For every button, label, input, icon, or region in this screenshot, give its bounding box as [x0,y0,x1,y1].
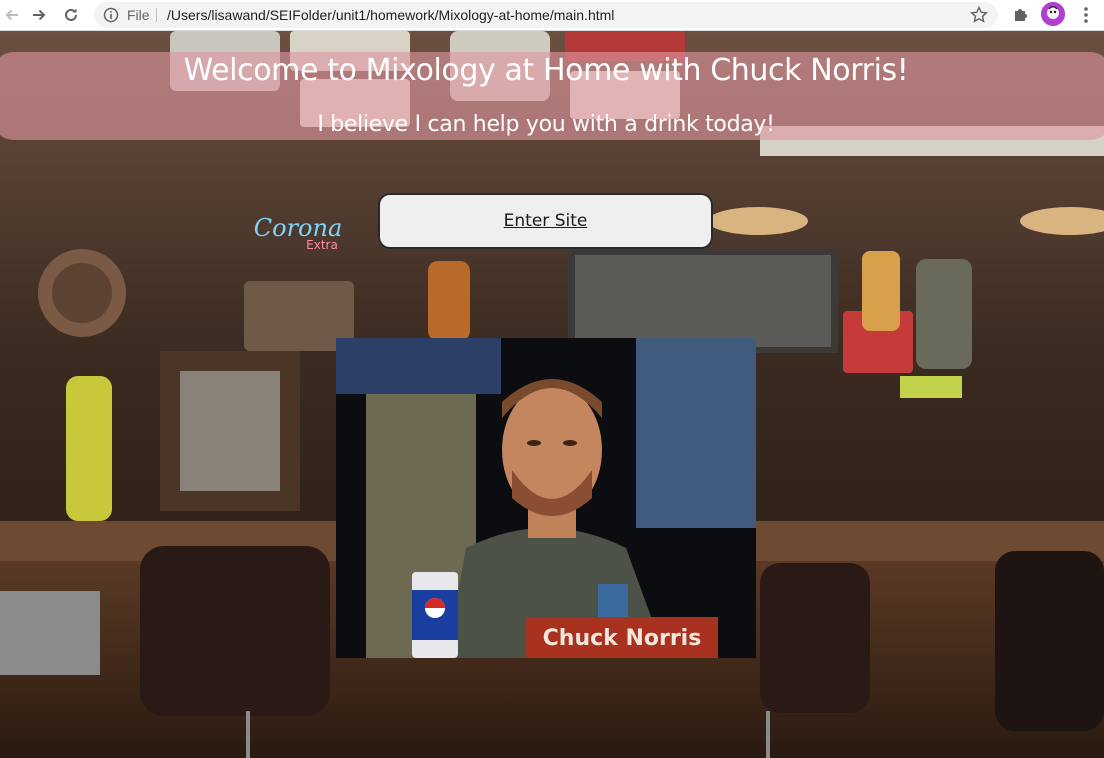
kebab-menu-icon[interactable] [1076,3,1096,27]
name-caption: Chuck Norris [526,617,718,658]
scheme-label: File [127,7,150,23]
svg-text:Extra: Extra [306,238,338,252]
avatar[interactable] [1041,2,1065,26]
chuck-norris-image [336,338,756,658]
puzzle-icon[interactable] [1010,3,1032,25]
page-content: Corona Extra Welcome to Mixology at Home… [0,31,1104,758]
info-icon[interactable] [103,7,119,23]
chuck-norris-gif: Chuck Norris [336,338,756,658]
page-subtitle: I believe I can help you with a drink to… [317,112,775,137]
omnibox-divider [156,8,157,22]
address-bar[interactable]: File /Users/lisawand/SEIFolder/unit1/hom… [94,2,998,28]
back-arrow-icon[interactable] [0,3,24,27]
enter-site-button[interactable]: Enter Site [378,193,713,249]
reload-icon[interactable] [59,3,83,27]
star-icon[interactable] [969,5,989,25]
browser-toolbar: File /Users/lisawand/SEIFolder/unit1/hom… [0,0,1104,31]
url-text[interactable]: /Users/lisawand/SEIFolder/unit1/homework… [167,7,614,23]
page-title: Welcome to Mixology at Home with Chuck N… [183,53,909,88]
forward-arrow-icon[interactable] [27,3,51,27]
